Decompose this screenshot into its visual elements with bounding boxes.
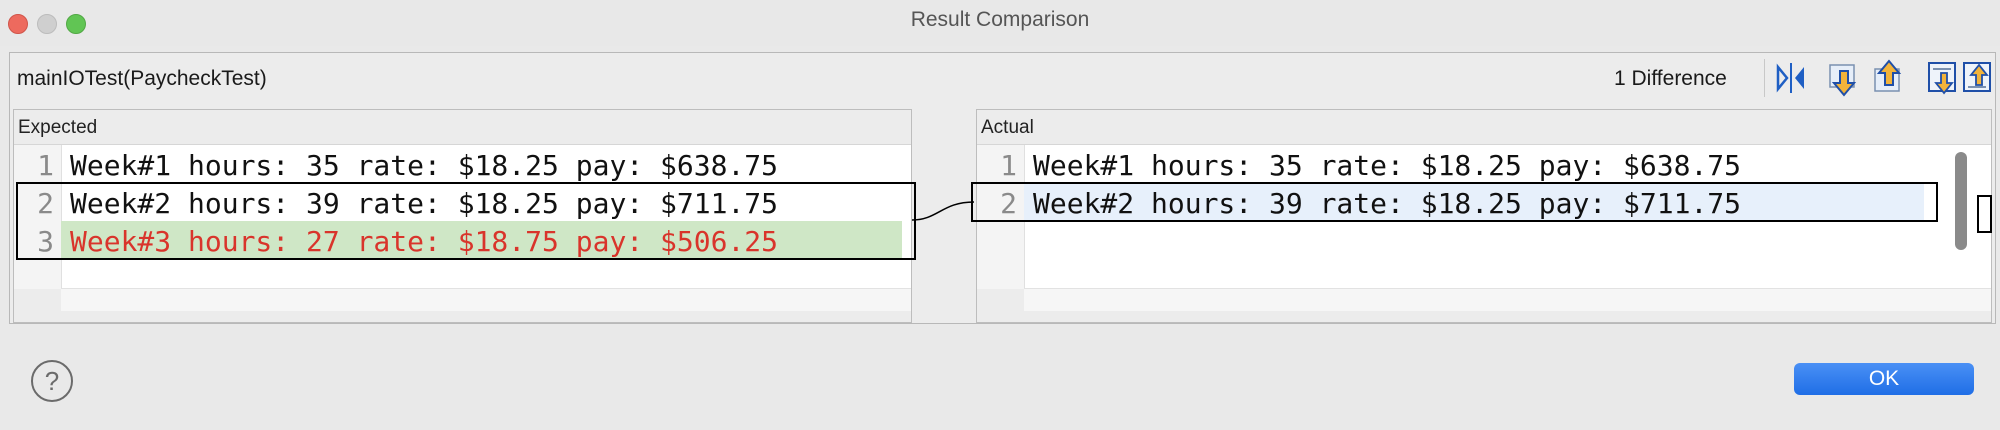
next-change-icon	[1928, 62, 1956, 95]
help-button[interactable]: ?	[31, 360, 73, 402]
previous-difference-icon	[1874, 59, 1902, 92]
vertical-scrollbar-thumb[interactable]	[1955, 152, 1967, 250]
difference-connector	[911, 201, 975, 221]
previous-change-button[interactable]	[1960, 59, 1998, 97]
split-view-button[interactable]	[1772, 59, 1810, 97]
difference-region-actual[interactable]	[971, 182, 1938, 222]
previous-difference-button[interactable]	[1870, 59, 1908, 97]
next-difference-icon	[1829, 64, 1857, 97]
expected-horizontal-scrollbar[interactable]	[61, 288, 911, 311]
line-text: Week#1 hours: 35 rate: $18.25 pay: $638.…	[1033, 149, 1742, 182]
test-name: mainIOTest(PaycheckTest)	[17, 67, 267, 90]
expected-line-1[interactable]: 1 Week#1 hours: 35 rate: $18.25 pay: $63…	[14, 145, 911, 183]
difference-overview-marker[interactable]	[1977, 195, 1992, 233]
expected-label: Expected	[18, 117, 98, 138]
line-text: Week#1 hours: 35 rate: $18.25 pay: $638.…	[70, 149, 779, 182]
previous-change-icon	[1963, 62, 1991, 92]
difference-region-expected[interactable]	[16, 182, 916, 260]
actual-line-1[interactable]: 1 Week#1 hours: 35 rate: $18.25 pay: $63…	[977, 145, 1991, 183]
next-difference-button[interactable]	[1825, 59, 1863, 97]
toolbar-separator	[1764, 59, 1765, 97]
line-number: 1	[1000, 149, 1017, 182]
next-change-button[interactable]	[1925, 59, 1963, 97]
line-number: 1	[37, 149, 54, 182]
title-bar: Result Comparison	[0, 0, 2000, 46]
actual-horizontal-scrollbar[interactable]	[1024, 288, 1991, 311]
actual-label: Actual	[981, 117, 1034, 138]
split-view-icon	[1776, 63, 1804, 93]
ok-button[interactable]: OK	[1794, 363, 1974, 395]
difference-count: 1 Difference	[1614, 67, 1727, 90]
window-title: Result Comparison	[910, 8, 1090, 31]
